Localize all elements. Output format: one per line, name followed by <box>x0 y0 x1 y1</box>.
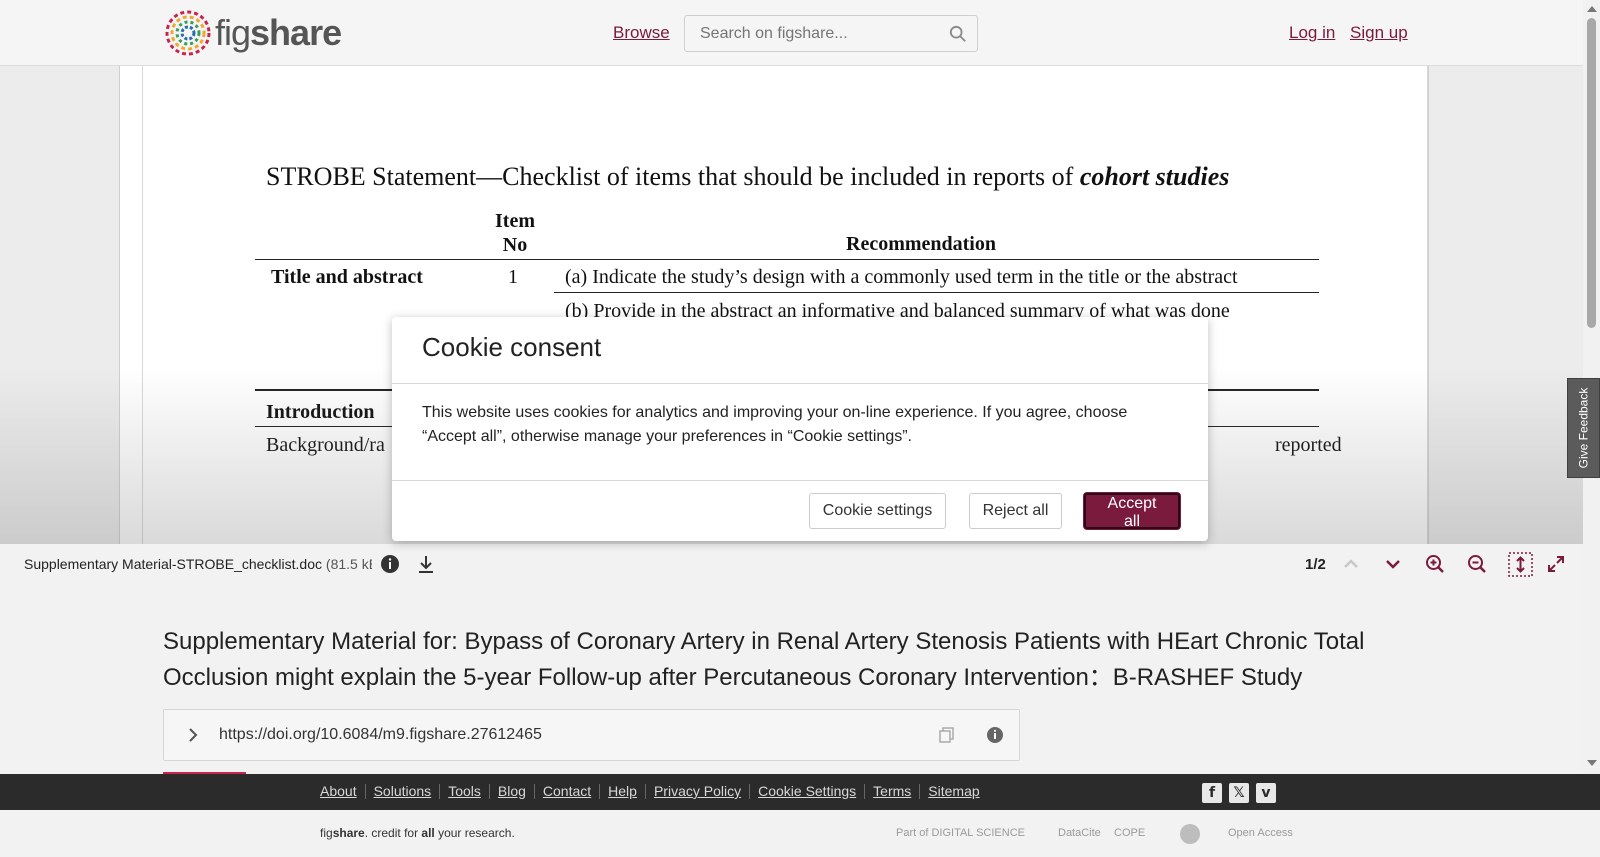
footer-link-privacy[interactable]: Privacy Policy <box>644 784 749 799</box>
divider <box>392 383 1208 384</box>
give-feedback-label: Give Feedback <box>1576 387 1591 469</box>
footer-credit: figshare. credit for all your research. <box>320 826 515 840</box>
footer-link-terms[interactable]: Terms <box>864 784 919 799</box>
signup-link[interactable]: Sign up <box>1350 23 1408 43</box>
info-icon[interactable] <box>986 726 1004 744</box>
chevron-right-icon[interactable] <box>184 726 202 744</box>
footer-link-blog[interactable]: Blog <box>488 784 534 799</box>
cookie-consent-dialog: Cookie consent This website uses cookies… <box>392 317 1208 541</box>
digital-science-logo[interactable]: Part of DIGITAL SCIENCE <box>896 822 1025 844</box>
figshare-logo-icon <box>165 10 211 56</box>
cookie-dialog-title: Cookie consent <box>422 332 602 362</box>
browse-link[interactable]: Browse <box>613 23 670 43</box>
footer-link-contact[interactable]: Contact <box>533 784 599 799</box>
footer-link-solutions[interactable]: Solutions <box>364 784 440 799</box>
site-header: figshare Browse Log in Sign up <box>0 0 1600 66</box>
table-rule <box>255 259 1319 260</box>
search-input[interactable] <box>685 24 935 43</box>
reject-all-button[interactable]: Reject all <box>969 493 1062 529</box>
cookie-dialog-body: This website uses cookies for analytics … <box>422 404 1128 445</box>
doi-box: https://doi.org/10.6084/m9.figshare.2761… <box>163 709 1020 761</box>
footer-links: About Solutions Tools Blog Contact Help … <box>320 784 988 799</box>
copy-icon[interactable] <box>938 726 956 744</box>
give-feedback-tab[interactable]: Give Feedback <box>1567 378 1600 478</box>
divider <box>392 480 1208 481</box>
page-counter: 1/2 <box>1305 556 1326 573</box>
zoom-out-icon[interactable] <box>1467 554 1487 574</box>
globe-logo-icon[interactable] <box>1178 822 1202 846</box>
footer-bottom: figshare. credit for all your research. … <box>0 810 1600 857</box>
footer-link-cookie-settings[interactable]: Cookie Settings <box>749 784 864 799</box>
zoom-in-icon[interactable] <box>1425 554 1445 574</box>
recommendation-background-tail: reported <box>1275 434 1342 456</box>
table-rule <box>554 292 1319 293</box>
download-icon[interactable] <box>416 554 436 574</box>
footer-nav: About Solutions Tools Blog Contact Help … <box>0 774 1600 810</box>
datacite-logo[interactable]: DataCite <box>1058 822 1101 844</box>
open-access-logo[interactable]: Open Access <box>1228 822 1293 844</box>
doi-link[interactable]: https://doi.org/10.6084/m9.figshare.2761… <box>219 726 542 744</box>
item-content: Supplementary Material for: Bypass of Co… <box>0 584 1600 778</box>
vimeo-icon[interactable]: v <box>1256 783 1276 803</box>
row-label-background: Background/ra <box>266 434 385 456</box>
scroll-up-arrow-icon[interactable] <box>1587 6 1597 12</box>
figshare-wordmark: figshare <box>215 12 342 53</box>
scroll-down-arrow-icon[interactable] <box>1587 760 1597 766</box>
recommendation-a: (a) Indicate the study’s design with a c… <box>565 266 1238 288</box>
column-header-item-no: Item No <box>495 210 535 256</box>
accept-all-button[interactable]: Accept all <box>1084 493 1180 530</box>
search-icon[interactable] <box>949 25 967 43</box>
file-name: Supplementary Material-STROBE_checklist.… <box>24 556 372 572</box>
cookie-settings-button[interactable]: Cookie settings <box>809 493 946 529</box>
search-box <box>684 15 978 52</box>
page-scrollbar-thumb[interactable] <box>1587 18 1596 328</box>
info-icon[interactable] <box>380 554 400 574</box>
cope-logo[interactable]: COPE <box>1114 822 1145 844</box>
login-link[interactable]: Log in <box>1289 23 1335 43</box>
footer-link-sitemap[interactable]: Sitemap <box>919 784 987 799</box>
document-title: STROBE Statement—Checklist of items that… <box>266 162 1230 191</box>
footer-link-help[interactable]: Help <box>599 784 645 799</box>
item-title: Supplementary Material for: Bypass of Co… <box>163 628 1365 691</box>
viewer-toolbar: Supplementary Material-STROBE_checklist.… <box>0 544 1600 584</box>
footer-link-tools[interactable]: Tools <box>439 784 489 799</box>
fit-height-icon[interactable] <box>1508 552 1533 577</box>
x-twitter-icon[interactable]: 𝕏 <box>1229 783 1249 803</box>
row-label-title-abstract: Title and abstract <box>271 266 423 288</box>
section-introduction: Introduction <box>266 401 375 423</box>
facebook-icon[interactable]: f <box>1202 783 1222 803</box>
footer-link-about[interactable]: About <box>320 784 365 799</box>
figshare-logo[interactable]: figshare <box>163 8 342 58</box>
column-header-recommendation: Recommendation <box>846 233 996 255</box>
row-item-number: 1 <box>508 266 518 288</box>
previous-page-icon[interactable] <box>1341 554 1361 574</box>
fullscreen-icon[interactable] <box>1546 554 1566 574</box>
next-page-icon[interactable] <box>1383 554 1403 574</box>
